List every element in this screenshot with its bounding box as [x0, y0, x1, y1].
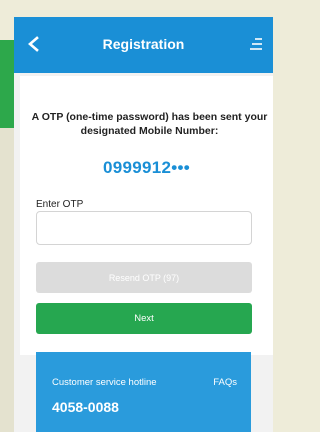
otp-card: A OTP (one-time password) has been sent …	[20, 76, 273, 355]
hotline-label: Customer service hotline	[52, 377, 157, 388]
menu-icon	[250, 38, 262, 50]
otp-sent-message: A OTP (one-time password) has been sent …	[31, 111, 268, 137]
resend-otp-button[interactable]: Resend OTP (97)	[36, 262, 252, 293]
menu-button[interactable]	[243, 29, 269, 59]
background-side-tab	[0, 40, 14, 128]
otp-input-label: Enter OTP	[36, 199, 84, 210]
page-title: Registration	[102, 36, 185, 52]
registration-screen: Registration A OTP (one-time password) h…	[14, 17, 273, 432]
app-header: Registration	[14, 17, 273, 73]
faqs-link[interactable]: FAQs	[213, 377, 237, 388]
masked-phone-number: 0999912•••	[102, 158, 191, 177]
next-button[interactable]: Next	[36, 303, 252, 334]
otp-input[interactable]	[36, 211, 252, 245]
hotline-number[interactable]: 4058-0088	[52, 399, 119, 415]
customer-service-card: Customer service hotline FAQs 4058-0088	[36, 352, 251, 432]
background-side-strip	[0, 128, 14, 432]
